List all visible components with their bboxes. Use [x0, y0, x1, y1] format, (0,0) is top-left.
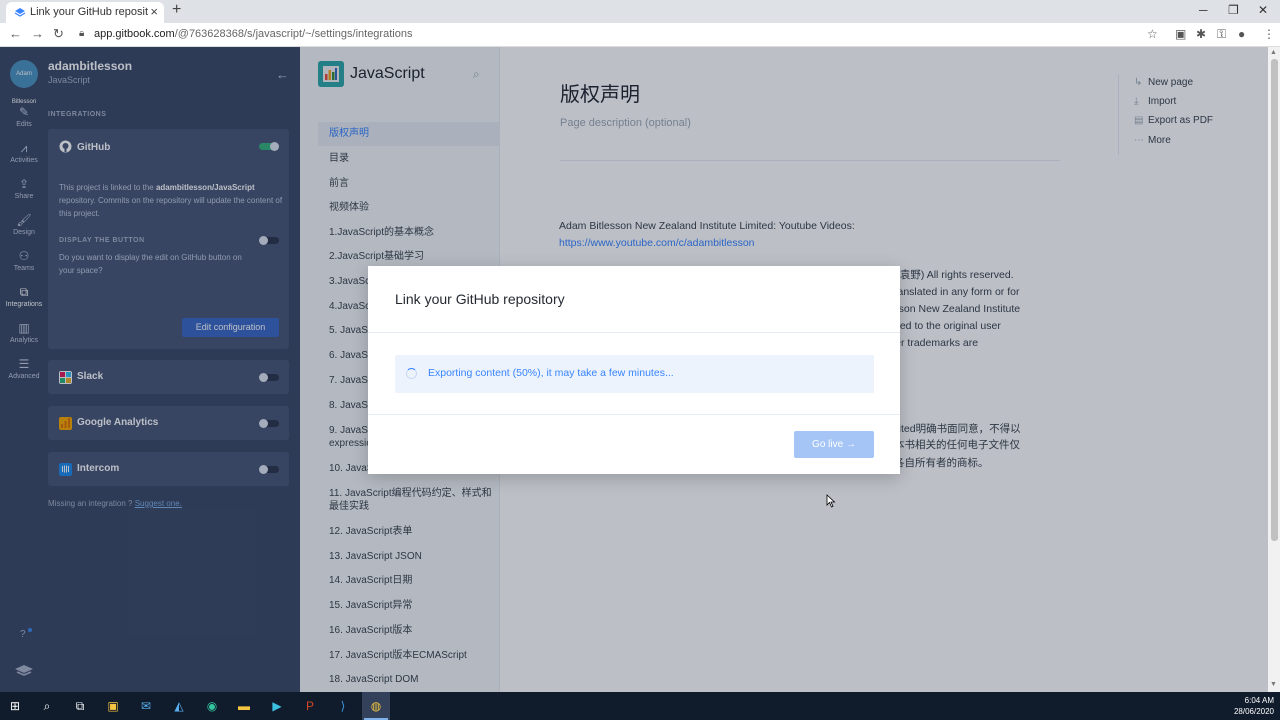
export-progress-text: Exporting content (50%), it may take a f…	[428, 367, 674, 379]
profile-icon[interactable]: ●	[1238, 27, 1245, 41]
browser-tab-bar: Link your GitHub repository - JavaS × + …	[0, 0, 1280, 23]
link-github-modal: Link your GitHub repository Exporting co…	[368, 266, 900, 474]
close-window-icon[interactable]: ✕	[1258, 3, 1268, 17]
forward-arrow-icon[interactable]: →	[31, 26, 44, 41]
reload-icon[interactable]: ↻	[53, 26, 64, 42]
new-tab-icon[interactable]: +	[172, 1, 181, 19]
export-progress-box: Exporting content (50%), it may take a f…	[395, 355, 874, 393]
browser-tab[interactable]: Link your GitHub repository - JavaS ×	[6, 2, 164, 23]
spinner-icon	[406, 368, 417, 379]
puzzle-extension-icon[interactable]: ✱	[1196, 27, 1206, 41]
vertical-scrollbar[interactable]: ▲ ▼	[1268, 47, 1280, 692]
browser-menu-icon[interactable]: ⋮	[1263, 27, 1275, 41]
go-live-button[interactable]: Go live →	[794, 431, 874, 458]
minimize-window-icon[interactable]: ─	[1199, 3, 1208, 17]
scrollbar-thumb[interactable]	[1271, 59, 1278, 541]
store-icon[interactable]: ▣	[104, 697, 122, 715]
close-tab-icon[interactable]: ×	[150, 4, 158, 19]
scroll-up-icon[interactable]: ▲	[1270, 49, 1277, 56]
back-arrow-icon[interactable]: ←	[9, 26, 22, 41]
url-field[interactable]: app.gitbook.com/@763628368/s/javascript/…	[94, 28, 412, 40]
bookmark-star-icon[interactable]: ☆	[1147, 27, 1158, 41]
scroll-down-icon[interactable]: ▼	[1270, 681, 1277, 688]
app-icon[interactable]: ◭	[170, 697, 188, 715]
powerpoint-icon[interactable]: P	[301, 697, 319, 715]
mail-icon[interactable]: ✉	[137, 697, 155, 715]
taskbar-clock[interactable]: 6:04 AM 28/06/2020	[1232, 695, 1274, 717]
key-icon[interactable]: ⚿	[1217, 27, 1226, 42]
gitbook-app: Adam Bitlesson ✎ Edits ⩘ Activities ⇪ Share…	[0, 47, 1280, 692]
url-host: app.gitbook.com	[94, 28, 175, 40]
clock-date: 28/06/2020	[1233, 707, 1274, 716]
windows-start-icon[interactable]: ⊞	[6, 697, 24, 715]
media-app-icon[interactable]: ▶	[268, 697, 286, 715]
gitbook-favicon-icon	[14, 8, 26, 17]
mouse-cursor-icon	[826, 494, 836, 508]
restore-window-icon[interactable]: ❐	[1228, 3, 1239, 17]
divider	[368, 414, 900, 415]
browser-tab-title: Link your GitHub repository - JavaS	[30, 6, 148, 18]
vscode-icon[interactable]: ⟩	[334, 697, 352, 715]
modal-title: Link your GitHub repository	[395, 291, 565, 307]
windows-taskbar: ⊞ ⌕ ⧉ ▣ ✉ ◭ ◉ ▬ ▶ P ⟩ ◍ 6:04 AM 28/06/202…	[0, 692, 1280, 720]
file-explorer-icon[interactable]: ▬	[235, 697, 253, 715]
search-icon[interactable]: ⌕	[38, 697, 56, 715]
edge-browser-icon[interactable]: ◉	[203, 697, 221, 715]
chrome-icon[interactable]: ◍	[367, 697, 385, 715]
url-path: /@763628368/s/javascript/~/settings/inte…	[174, 28, 413, 40]
clock-time: 6:04 AM	[1244, 696, 1274, 705]
extension-icon[interactable]: ▣	[1175, 27, 1186, 41]
divider	[368, 332, 900, 333]
lock-icon[interactable]: 🔒︎	[79, 28, 84, 39]
task-view-icon[interactable]: ⧉	[71, 697, 89, 715]
browser-address-bar: ← → ↻ 🔒︎ app.gitbook.com/@763628368/s/ja…	[0, 23, 1280, 47]
